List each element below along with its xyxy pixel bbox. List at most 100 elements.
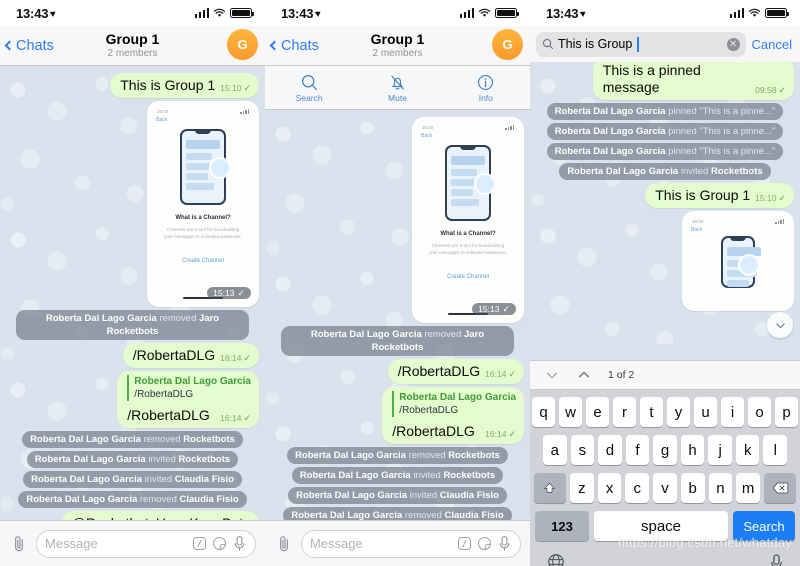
preview-status-bar: 16:00 (150, 104, 256, 114)
message-text: /RobertaDLG (392, 423, 475, 439)
key-o[interactable]: o (748, 397, 771, 427)
key-d[interactable]: d (598, 435, 622, 465)
outgoing-reply-bubble[interactable]: Roberta Dal Lago Garcia /RobertaDLG /Rob… (382, 387, 524, 444)
message-row: Roberta Dal Lago Garcia removed Rocketbo… (271, 447, 524, 464)
system-action: removed (424, 329, 462, 340)
system-action: invited (413, 470, 441, 481)
group-avatar[interactable]: G (227, 29, 258, 60)
cellular-signal-icon (194, 8, 209, 18)
chat-message-list-3[interactable]: This is a pinned message 09:58 ✓ Roberta… (530, 62, 800, 344)
scroll-to-bottom-button[interactable] (767, 312, 793, 338)
key-g[interactable]: g (653, 435, 677, 465)
key-a[interactable]: a (542, 435, 567, 465)
message-text: /RobertaDLG (127, 407, 210, 423)
message-row: @RocketbotsHongKongBot 16:21 ✓ (6, 511, 259, 520)
message-row: 16:00 Back What is a Channel? Channels a… (271, 117, 524, 323)
clear-search-icon[interactable]: ✕ (726, 37, 740, 51)
key-z[interactable]: z (569, 473, 594, 503)
read-receipt-icon: ✓ (778, 192, 786, 203)
message-meta: 09:58 ✓ (755, 85, 786, 96)
system-target: "This is a pinne..." (699, 126, 776, 137)
key-n[interactable]: n (708, 473, 733, 503)
paperclip-icon[interactable] (9, 534, 29, 554)
microphone-icon[interactable] (497, 535, 512, 552)
sticker-icon[interactable] (477, 536, 492, 551)
status-bar-time: 13:43 (281, 6, 323, 21)
key-c[interactable]: c (625, 473, 650, 503)
message-time: 15:10 (755, 193, 777, 203)
system-message: Roberta Dal Lago Garcia removed Rocketbo… (287, 447, 508, 464)
key-m[interactable]: m (736, 473, 761, 503)
key-i[interactable]: i (721, 397, 744, 427)
quoted-message[interactable]: Roberta Dal Lago Garcia /RobertaDLG (392, 391, 516, 417)
message-input-field[interactable]: Message (36, 529, 256, 558)
system-message: Roberta Dal Lago Garcia removed Jaro Roc… (281, 326, 514, 356)
key-j[interactable]: j (708, 435, 732, 465)
search-result-count: 1 of 2 (608, 369, 635, 381)
globe-icon[interactable] (546, 552, 566, 566)
group-avatar[interactable]: G (492, 29, 523, 60)
chat-message-list-2[interactable]: 16:00 Back What is a Channel? Channels a… (265, 110, 530, 520)
key-q[interactable]: q (532, 397, 555, 427)
microphone-icon[interactable] (769, 553, 784, 566)
key-p[interactable]: p (775, 397, 798, 427)
system-action: pinned (668, 106, 697, 117)
key-b[interactable]: b (680, 473, 705, 503)
outgoing-reply-bubble[interactable]: Roberta Dal Lago Garcia /RobertaDLG /Rob… (117, 371, 259, 428)
outgoing-bubble[interactable]: This is Group 1 15:10 ✓ (110, 73, 259, 98)
search-input[interactable]: This is Group ✕ (536, 31, 746, 57)
outgoing-bubble[interactable]: This is Group 1 15:10 ✓ (645, 183, 794, 208)
outgoing-bubble[interactable]: This is a pinned message 09:58 ✓ (592, 62, 794, 100)
key-r[interactable]: r (613, 397, 636, 427)
image-attachment-bubble[interactable]: 16:00 Back (682, 211, 794, 311)
back-to-chats-button[interactable]: Chats (265, 38, 319, 54)
cancel-search-button[interactable]: Cancel (752, 37, 794, 52)
outgoing-bubble[interactable]: /RobertaDLG 16:14 ✓ (122, 343, 259, 368)
outgoing-bubble[interactable]: @RocketbotsHongKongBot 16:21 ✓ (61, 511, 259, 520)
screenshot-preview: 16:00 Back What is a Channel? Channels a… (415, 120, 521, 320)
chevron-up-icon[interactable] (576, 367, 592, 383)
image-attachment-bubble[interactable]: 16:00 Back What is a Channel? Channels a… (412, 117, 524, 323)
key-e[interactable]: e (586, 397, 609, 427)
outgoing-bubble[interactable]: /RobertaDLG 16:14 ✓ (387, 359, 524, 384)
action-search[interactable]: Search (265, 66, 353, 109)
backspace-icon[interactable] (764, 473, 797, 503)
chat-message-list-1[interactable]: This is Group 1 15:10 ✓ 16:00 Back What … (0, 66, 265, 520)
message-input-field[interactable]: Message (301, 529, 521, 558)
numbers-key[interactable]: 123 (535, 511, 589, 541)
key-l[interactable]: l (763, 435, 788, 465)
image-attachment-bubble[interactable]: 16:00 Back What is a Channel? Channels a… (147, 101, 259, 307)
battery-full-icon (495, 8, 519, 18)
key-w[interactable]: w (559, 397, 582, 427)
key-v[interactable]: v (653, 473, 677, 503)
action-info[interactable]: Info (442, 66, 530, 109)
system-action: removed (408, 450, 446, 461)
quoted-message[interactable]: Roberta Dal Lago Garcia /RobertaDLG (127, 375, 251, 401)
key-y[interactable]: y (667, 397, 690, 427)
key-s[interactable]: s (570, 435, 595, 465)
back-to-chats-button[interactable]: Chats (0, 38, 54, 54)
key-t[interactable]: t (640, 397, 663, 427)
sticker-icon[interactable] (212, 536, 227, 551)
key-u[interactable]: u (694, 397, 717, 427)
key-x[interactable]: x (597, 473, 622, 503)
action-mute[interactable]: Mute (353, 66, 441, 109)
chevron-down-icon[interactable] (544, 367, 560, 383)
key-h[interactable]: h (680, 435, 705, 465)
quote-author: Roberta Dal Lago Garcia (134, 376, 251, 387)
chat-navigation-bar: Chats Group 1 2 members G (265, 26, 530, 66)
slash-command-icon[interactable] (192, 536, 207, 551)
message-placeholder: Message (45, 536, 98, 551)
shift-icon[interactable] (533, 473, 566, 503)
key-k[interactable]: k (735, 435, 760, 465)
key-f[interactable]: f (625, 435, 650, 465)
microphone-icon[interactable] (232, 535, 247, 552)
keyboard-bottom-row (532, 549, 798, 566)
search-key[interactable]: Search (733, 511, 795, 541)
system-actor: Roberta Dal Lago Garcia (26, 494, 138, 505)
system-actor: Roberta Dal Lago Garcia (295, 450, 406, 461)
paperclip-icon[interactable] (274, 534, 294, 554)
slash-command-icon[interactable] (457, 536, 472, 551)
space-key[interactable]: space (594, 511, 728, 541)
message-time: 15:13 (478, 304, 500, 314)
